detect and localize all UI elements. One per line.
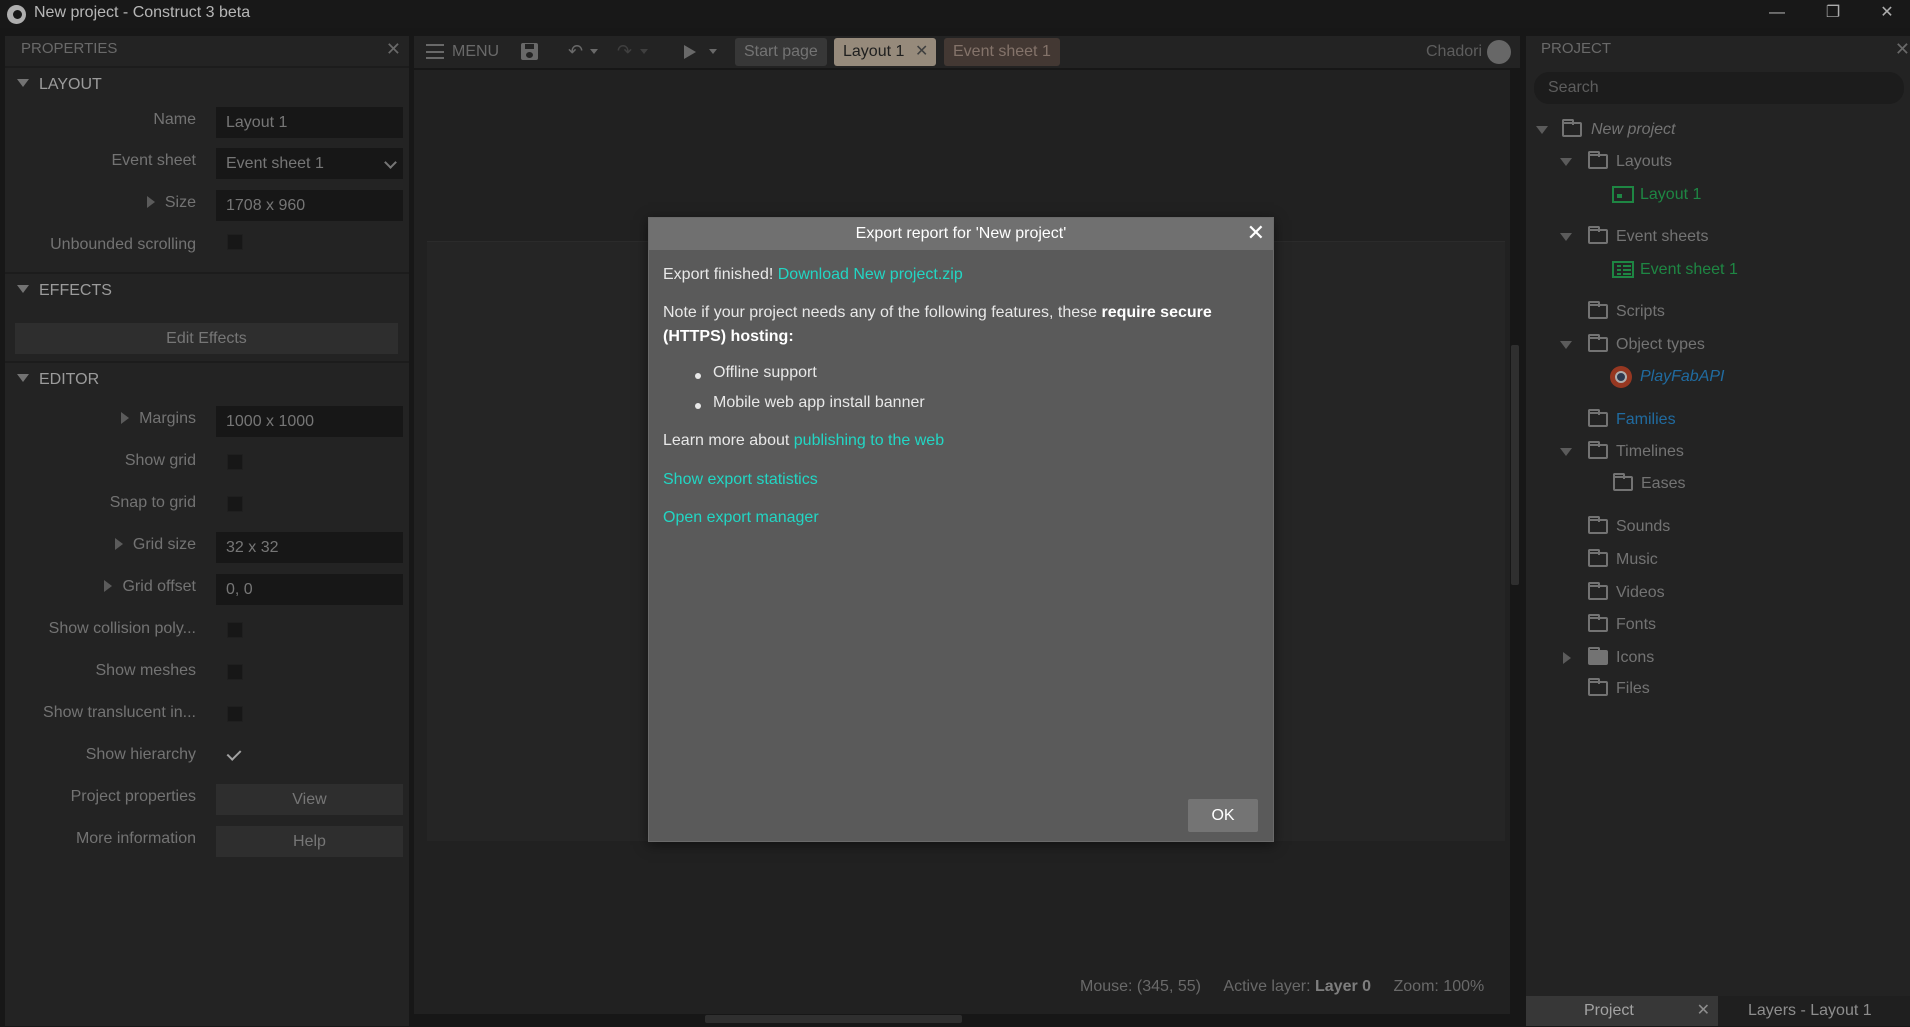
https-note-bold-2: (HTTPS) hosting: [663,328,794,345]
export-finished-line: Export finished! Download New project.zi… [663,266,963,284]
https-note-line-2: (HTTPS) hosting: [663,328,794,346]
dialog-title-bar: Export report for 'New project' ✕ [649,218,1273,250]
https-note-line-1: Note if your project needs any of the fo… [663,304,1212,322]
https-note-bold-1: require secure [1101,304,1212,321]
bullet-icon [695,373,701,379]
open-export-manager-link[interactable]: Open export manager [663,509,819,527]
learn-more-text: Learn more about [663,432,790,449]
export-report-dialog: Export report for 'New project' ✕ Export… [648,217,1274,842]
ok-button[interactable]: OK [1188,799,1258,832]
feature-install-banner: Mobile web app install banner [713,394,925,411]
publishing-link[interactable]: publishing to the web [794,432,944,449]
download-link[interactable]: Download New project.zip [778,266,963,283]
feature-offline-support: Offline support [713,364,817,381]
export-finished-text: Export finished! [663,266,774,283]
close-icon[interactable]: ✕ [1247,219,1265,247]
dialog-title: Export report for 'New project' [855,225,1067,242]
show-export-statistics-link[interactable]: Show export statistics [663,471,818,489]
https-note-text: Note if your project needs any of the fo… [663,304,1098,321]
bullet-icon [695,403,701,409]
learn-more-line: Learn more about publishing to the web [663,432,944,450]
